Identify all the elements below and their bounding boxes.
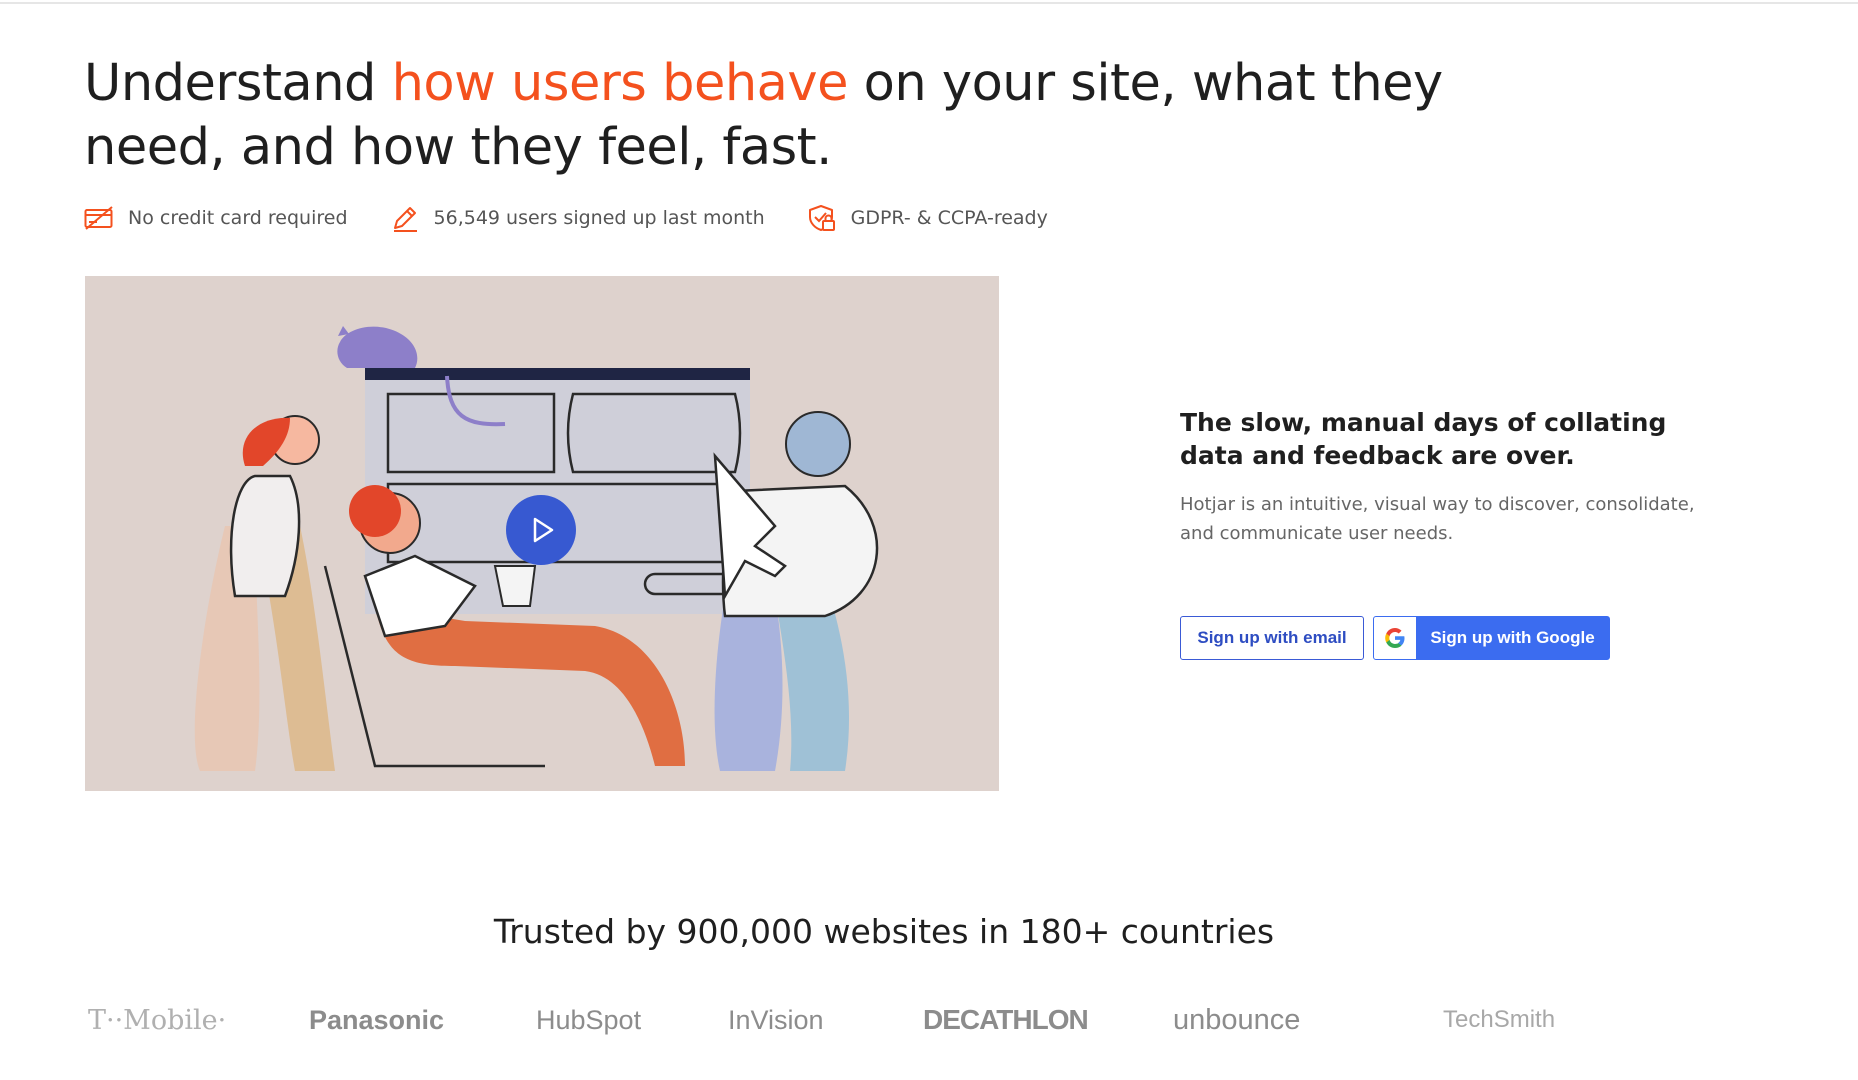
feature-list: No credit card required 56,549 users sig…	[84, 202, 1090, 234]
signup-google-button[interactable]: Sign up with Google	[1373, 616, 1610, 660]
feature-label: GDPR- & CCPA-ready	[850, 207, 1048, 229]
play-button[interactable]	[506, 495, 576, 565]
illustration-cat	[337, 326, 418, 368]
illustration-browser-bar	[365, 368, 750, 380]
signup-panel: The slow, manual days of collating data …	[1180, 406, 1700, 548]
video-thumbnail[interactable]	[85, 276, 999, 791]
logo-hubspot: HubSpot	[536, 1004, 642, 1035]
hero-title: Understand how users behave on your site…	[84, 52, 1504, 180]
logo-invision: InVision	[728, 1004, 824, 1035]
customer-logos: T··Mobile· Panasonic HubSpot InVision DE…	[88, 994, 1688, 1046]
pencil-icon	[390, 203, 420, 233]
logo-unbounce: unbounce	[1173, 1003, 1301, 1036]
logo-tmobile: T··Mobile·	[88, 1004, 227, 1036]
play-icon[interactable]	[506, 495, 576, 565]
signup-google-label: Sign up with Google	[1430, 628, 1595, 647]
hero-title-accent: how users behave	[391, 54, 849, 113]
google-icon	[1374, 617, 1416, 659]
signup-description: Hotjar is an intuitive, visual way to di…	[1180, 494, 1695, 544]
shield-lock-icon	[807, 203, 837, 233]
logo-techsmith: TechSmith	[1443, 1006, 1556, 1033]
signup-buttons: Sign up with email Sign up with Google	[1180, 616, 1610, 660]
feature-label: 56,549 users signed up last month	[433, 207, 765, 229]
hero-title-part1: Understand	[84, 54, 392, 113]
illustration-man	[714, 596, 783, 771]
signup-email-button[interactable]: Sign up with email	[1180, 616, 1364, 660]
feature-gdpr: GDPR- & CCPA-ready	[807, 203, 1048, 233]
signup-heading: The slow, manual days of collating data …	[1180, 408, 1667, 470]
logo-decathlon: DECATHLON	[923, 1004, 1089, 1035]
feature-no-credit-card: No credit card required	[84, 203, 348, 233]
feature-label: No credit card required	[128, 207, 348, 229]
feature-signups: 56,549 users signed up last month	[390, 203, 765, 233]
top-divider	[0, 0, 1858, 4]
credit-card-icon	[84, 203, 114, 233]
logo-panasonic: Panasonic	[309, 1004, 445, 1035]
trusted-heading: Trusted by 900,000 websites in 180+ coun…	[493, 912, 1275, 951]
